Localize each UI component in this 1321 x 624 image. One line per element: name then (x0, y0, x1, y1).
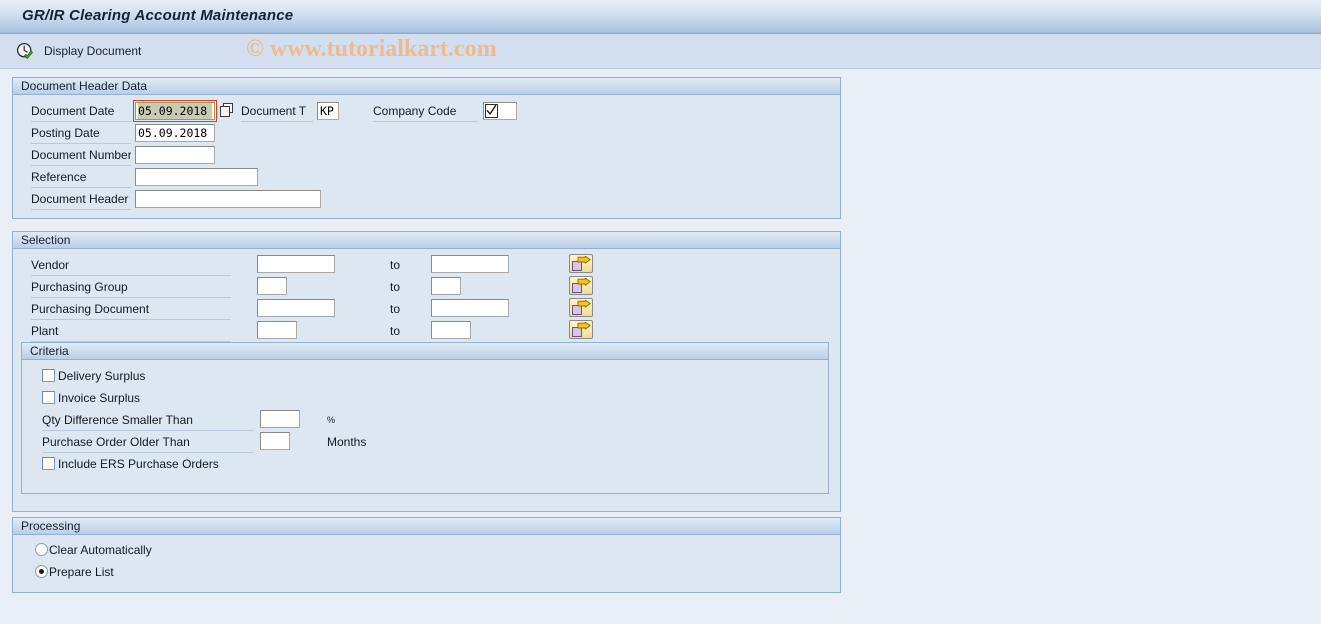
posting-date-field[interactable]: 05.09.2018 (135, 124, 215, 142)
purchase-order-older-unit-label: Months (327, 435, 367, 449)
criteria-group-title: Criteria (30, 344, 69, 358)
company-code-label: Company Code (373, 104, 478, 122)
purchasing-document-label: Purchasing Document (31, 302, 231, 320)
page-title: GR/IR Clearing Account Maintenance (22, 7, 294, 24)
vendor-multiple-selection-button[interactable] (569, 254, 593, 273)
clear-automatically-radio[interactable] (35, 543, 48, 556)
criteria-group: Criteria Delivery Surplus Invoice Surplu… (21, 342, 829, 494)
purchasing-group-to-label: to (390, 280, 401, 294)
selection-group-header: Selection (13, 232, 840, 249)
document-type-value: KP (320, 104, 334, 118)
application-toolbar: Display Document (0, 34, 1321, 69)
multiple-selection-arrow-icon (572, 322, 591, 337)
window-title-bar: GR/IR Clearing Account Maintenance (0, 0, 1321, 34)
reference-field[interactable] (135, 168, 258, 186)
invoice-surplus-checkbox[interactable] (42, 391, 55, 404)
clear-automatically-label: Clear Automatically (49, 543, 152, 557)
date-picker-icon[interactable] (220, 103, 234, 121)
display-document-button[interactable]: Display Document (10, 37, 147, 65)
purchasing-group-multiple-selection-button[interactable] (569, 276, 593, 295)
plant-label: Plant (31, 324, 231, 342)
vendor-to-field[interactable] (431, 255, 509, 273)
prepare-list-radio[interactable] (35, 565, 48, 578)
multiple-selection-arrow-icon (572, 278, 591, 293)
document-date-field[interactable]: 05.09.2018 (135, 102, 215, 120)
vendor-label: Vendor (31, 258, 231, 276)
plant-to-field[interactable] (431, 321, 471, 339)
qty-difference-field[interactable] (260, 410, 300, 428)
delivery-surplus-label: Delivery Surplus (58, 369, 146, 383)
purchase-order-older-field[interactable] (260, 432, 290, 450)
qty-difference-unit-label: % (327, 415, 336, 425)
document-number-field[interactable] (135, 146, 215, 164)
document-date-label: Document Date (31, 104, 131, 122)
document-header-text-label: Document Header (31, 192, 131, 210)
document-header-data-group-header: Document Header Data (13, 78, 840, 95)
document-date-value: 05.09.2018 (138, 103, 212, 119)
document-header-data-group-title: Document Header Data (21, 79, 148, 93)
document-number-label: Document Number (31, 148, 131, 166)
document-type-label: Document T (241, 104, 313, 122)
selection-group: Selection Vendor to Purchasing Group to … (12, 231, 841, 512)
plant-multiple-selection-button[interactable] (569, 320, 593, 339)
reference-label: Reference (31, 170, 131, 188)
posting-date-label: Posting Date (31, 126, 131, 144)
purchasing-group-from-field[interactable] (257, 277, 287, 295)
processing-group-title: Processing (21, 519, 81, 533)
document-header-text-field[interactable] (135, 190, 321, 208)
processing-group-header: Processing (13, 518, 840, 535)
vendor-from-field[interactable] (257, 255, 335, 273)
invoice-surplus-label: Invoice Surplus (58, 391, 141, 405)
display-document-icon (16, 42, 34, 60)
multiple-selection-arrow-icon (572, 300, 591, 315)
include-ers-checkbox[interactable] (42, 457, 55, 470)
document-header-data-group: Document Header Data Document Date 05.09… (12, 77, 841, 219)
vendor-to-label: to (390, 258, 401, 272)
multiple-selection-arrow-icon (572, 256, 591, 271)
posting-date-value: 05.09.2018 (138, 126, 208, 140)
purchasing-document-to-label: to (390, 302, 401, 316)
display-document-label: Display Document (44, 44, 142, 58)
possible-entries-checkbox-icon[interactable] (485, 104, 498, 121)
purchase-order-older-label: Purchase Order Older Than (42, 435, 254, 453)
delivery-surplus-checkbox[interactable] (42, 369, 55, 382)
plant-from-field[interactable] (257, 321, 297, 339)
criteria-group-header: Criteria (22, 343, 828, 360)
purchasing-document-from-field[interactable] (257, 299, 335, 317)
document-type-field[interactable]: KP (317, 102, 339, 120)
selection-group-title: Selection (21, 233, 71, 247)
purchasing-group-label: Purchasing Group (31, 280, 231, 298)
qty-difference-label: Qty Difference Smaller Than (42, 413, 254, 431)
purchasing-document-multiple-selection-button[interactable] (569, 298, 593, 317)
processing-group: Processing Clear Automatically Prepare L… (12, 517, 841, 593)
include-ers-label: Include ERS Purchase Orders (58, 457, 219, 471)
plant-to-label: to (390, 324, 401, 338)
prepare-list-label: Prepare List (49, 565, 114, 579)
purchasing-document-to-field[interactable] (431, 299, 509, 317)
purchasing-group-to-field[interactable] (431, 277, 461, 295)
